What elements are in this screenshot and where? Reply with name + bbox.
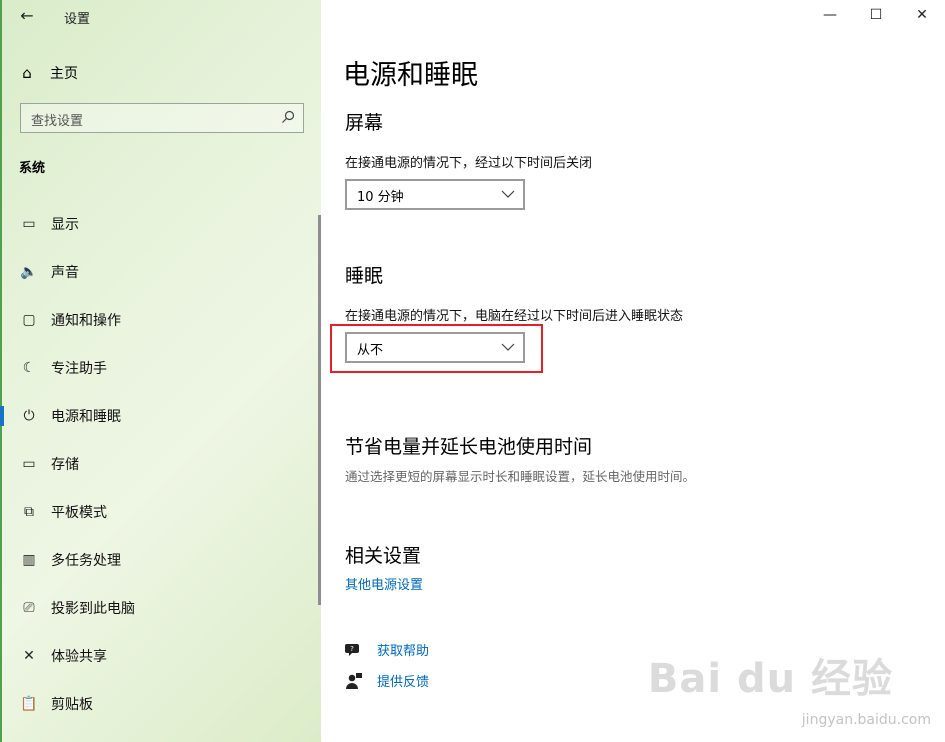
red-highlight-box xyxy=(330,324,543,373)
power-icon: ⏻ xyxy=(23,408,35,424)
sidebar-item-display[interactable]: ▭ 显示 xyxy=(2,200,323,248)
search-input[interactable]: 查找设置 xyxy=(31,110,83,129)
sidebar-item-label: 剪贴板 xyxy=(51,697,93,713)
battery-heading: 节省电量并延长电池使用时间 xyxy=(345,436,593,458)
sidebar-item-clipboard[interactable]: 📋 剪贴板 xyxy=(2,680,323,728)
svg-text:?: ? xyxy=(350,645,354,653)
sidebar-item-project[interactable]: ⎚ 投影到此电脑 xyxy=(2,584,323,632)
sidebar-item-label: 平板模式 xyxy=(51,505,107,521)
search-icon[interactable] xyxy=(281,110,295,124)
sidebar-item-label: 声音 xyxy=(51,265,79,281)
section-title: 系统 xyxy=(19,161,46,176)
feedback-label: 提供反馈 xyxy=(377,675,430,690)
get-help-label: 获取帮助 xyxy=(377,644,430,659)
maximize-button[interactable]: ☐ xyxy=(853,0,899,30)
sidebar-item-label: 电源和睡眠 xyxy=(51,409,121,425)
sidebar-item-label: 存储 xyxy=(51,457,79,473)
minimize-button[interactable]: — xyxy=(807,0,853,30)
window-controls: — ☐ ✕ xyxy=(807,0,945,30)
sidebar-item-multitasking[interactable]: ▥ 多任务处理 xyxy=(2,536,323,584)
sidebar-scrollbar[interactable] xyxy=(318,215,321,605)
sidebar-item-label: 通知和操作 xyxy=(51,313,121,329)
sidebar-item-notifications[interactable]: ▢ 通知和操作 xyxy=(2,296,323,344)
sleep-heading: 睡眠 xyxy=(345,265,384,287)
related-settings-heading: 相关设置 xyxy=(345,545,422,567)
sidebar-item-label: 显示 xyxy=(51,217,79,233)
sidebar-item-label: 投影到此电脑 xyxy=(51,601,135,617)
home-label: 主页 xyxy=(50,66,78,82)
share-icon: ✕ xyxy=(23,648,35,664)
clipboard-icon: 📋 xyxy=(20,696,38,712)
speaker-icon: 🔈 xyxy=(20,264,38,280)
additional-power-settings-link[interactable]: 其他电源设置 xyxy=(345,574,423,593)
baidu-jingyan-watermark: Bai du 经验 xyxy=(647,656,893,702)
close-button[interactable]: ✕ xyxy=(899,0,945,30)
sidebar-item-focus-assist[interactable]: ☾ 专注助手 xyxy=(2,344,323,392)
multitask-icon: ▥ xyxy=(22,552,36,568)
notification-icon: ▢ xyxy=(22,312,36,328)
sidebar-item-label: 专注助手 xyxy=(51,361,107,377)
back-arrow-icon[interactable]: ← xyxy=(16,6,38,26)
help-chat-icon: ? xyxy=(345,643,359,656)
screen-timeout-value: 10 分钟 xyxy=(357,190,404,205)
sidebar-item-label: 体验共享 xyxy=(51,649,107,665)
sidebar: ← 设置 ⌂ 主页 查找设置 系统 ▭ 显示 🔈 声音 ▢ 通知和操作 ☾ 专注… xyxy=(0,0,321,742)
sidebar-item-label: 多任务处理 xyxy=(51,553,121,569)
screen-heading: 屏幕 xyxy=(345,112,384,134)
storage-icon: ▭ xyxy=(22,456,36,472)
get-help-link[interactable]: ? 获取帮助 xyxy=(345,640,429,659)
sleep-description: 在接通电源的情况下，电脑在经过以下时间后进入睡眠状态 xyxy=(345,309,684,324)
app-title: 设置 xyxy=(64,12,91,27)
moon-icon: ☾ xyxy=(22,360,36,376)
feedback-person-icon xyxy=(346,672,362,689)
sidebar-item-power-sleep[interactable]: ⏻ 电源和睡眠 xyxy=(0,392,323,440)
sidebar-nav: ▭ 显示 🔈 声音 ▢ 通知和操作 ☾ 专注助手 ⏻ 电源和睡眠 ▭ 存储 ⧉ … xyxy=(0,200,323,728)
page-title: 电源和睡眠 xyxy=(343,60,478,91)
tablet-mode-icon: ⧉ xyxy=(24,504,34,520)
screen-timeout-dropdown[interactable]: 10 分钟 xyxy=(345,179,525,210)
sidebar-item-home[interactable]: ⌂ 主页 xyxy=(18,60,78,86)
monitor-icon: ▭ xyxy=(22,216,36,232)
title-bar: ← 设置 xyxy=(2,0,323,32)
sidebar-item-shared-experiences[interactable]: ✕ 体验共享 xyxy=(2,632,323,680)
watermark-url: jingyan.baidu.com xyxy=(801,712,931,728)
battery-description: 通过选择更短的屏幕显示时长和睡眠设置，延长电池使用时间。 xyxy=(345,469,696,484)
sidebar-item-storage[interactable]: ▭ 存储 xyxy=(2,440,323,488)
search-box[interactable]: 查找设置 xyxy=(20,103,304,133)
sidebar-item-tablet-mode[interactable]: ⧉ 平板模式 xyxy=(2,488,323,536)
project-icon: ⎚ xyxy=(23,600,35,616)
sidebar-item-sound[interactable]: 🔈 声音 xyxy=(2,248,323,296)
screen-description: 在接通电源的情况下，经过以下时间后关闭 xyxy=(345,156,593,171)
chevron-down-icon xyxy=(501,190,515,198)
feedback-link[interactable]: 提供反馈 xyxy=(345,671,429,690)
home-icon: ⌂ xyxy=(22,64,32,82)
